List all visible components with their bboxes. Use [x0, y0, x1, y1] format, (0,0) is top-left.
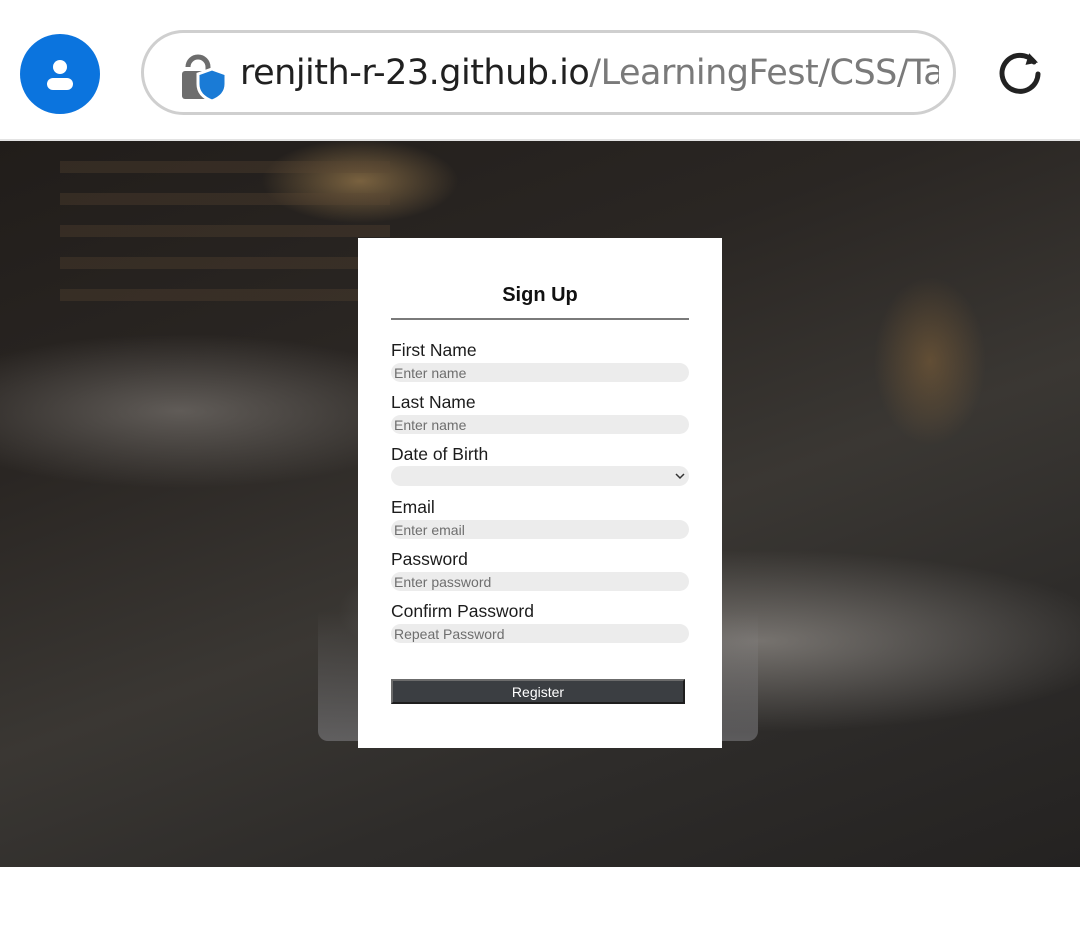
last-name-input[interactable] [391, 415, 689, 434]
url-path: /LearningFest/CSS/Task [589, 53, 939, 93]
form-title: Sign Up [502, 284, 578, 306]
chevron-down-icon [675, 473, 685, 480]
title-divider [391, 318, 689, 320]
first-name-input[interactable] [391, 363, 689, 382]
confirm-password-input[interactable] [391, 624, 689, 643]
address-bar[interactable]: renjith-r-23.github.io/LearningFest/CSS/… [141, 30, 956, 115]
bottom-blank-area [0, 867, 1080, 937]
password-label: Password [391, 549, 468, 569]
url-host: renjith-r-23.github.io [240, 53, 590, 93]
reload-button[interactable] [994, 48, 1046, 100]
email-label: Email [391, 497, 435, 517]
signup-form: Sign Up First Name Last Name Date of Bir… [358, 238, 722, 748]
person-icon [47, 60, 73, 90]
confirm-password-label: Confirm Password [391, 601, 534, 621]
date-of-birth-select[interactable] [391, 466, 689, 486]
lock-shield-icon[interactable] [178, 49, 230, 110]
profile-button[interactable] [20, 34, 100, 114]
url-text[interactable]: renjith-r-23.github.io/LearningFest/CSS/… [240, 51, 939, 95]
register-button[interactable]: Register [391, 679, 685, 704]
first-name-label: First Name [391, 340, 477, 360]
last-name-label: Last Name [391, 392, 476, 412]
password-input[interactable] [391, 572, 689, 591]
background-blinds [60, 161, 390, 311]
date-of-birth-label: Date of Birth [391, 444, 489, 464]
reload-icon [999, 52, 1041, 94]
browser-toolbar: renjith-r-23.github.io/LearningFest/CSS/… [0, 0, 1080, 141]
email-input[interactable] [391, 520, 689, 539]
